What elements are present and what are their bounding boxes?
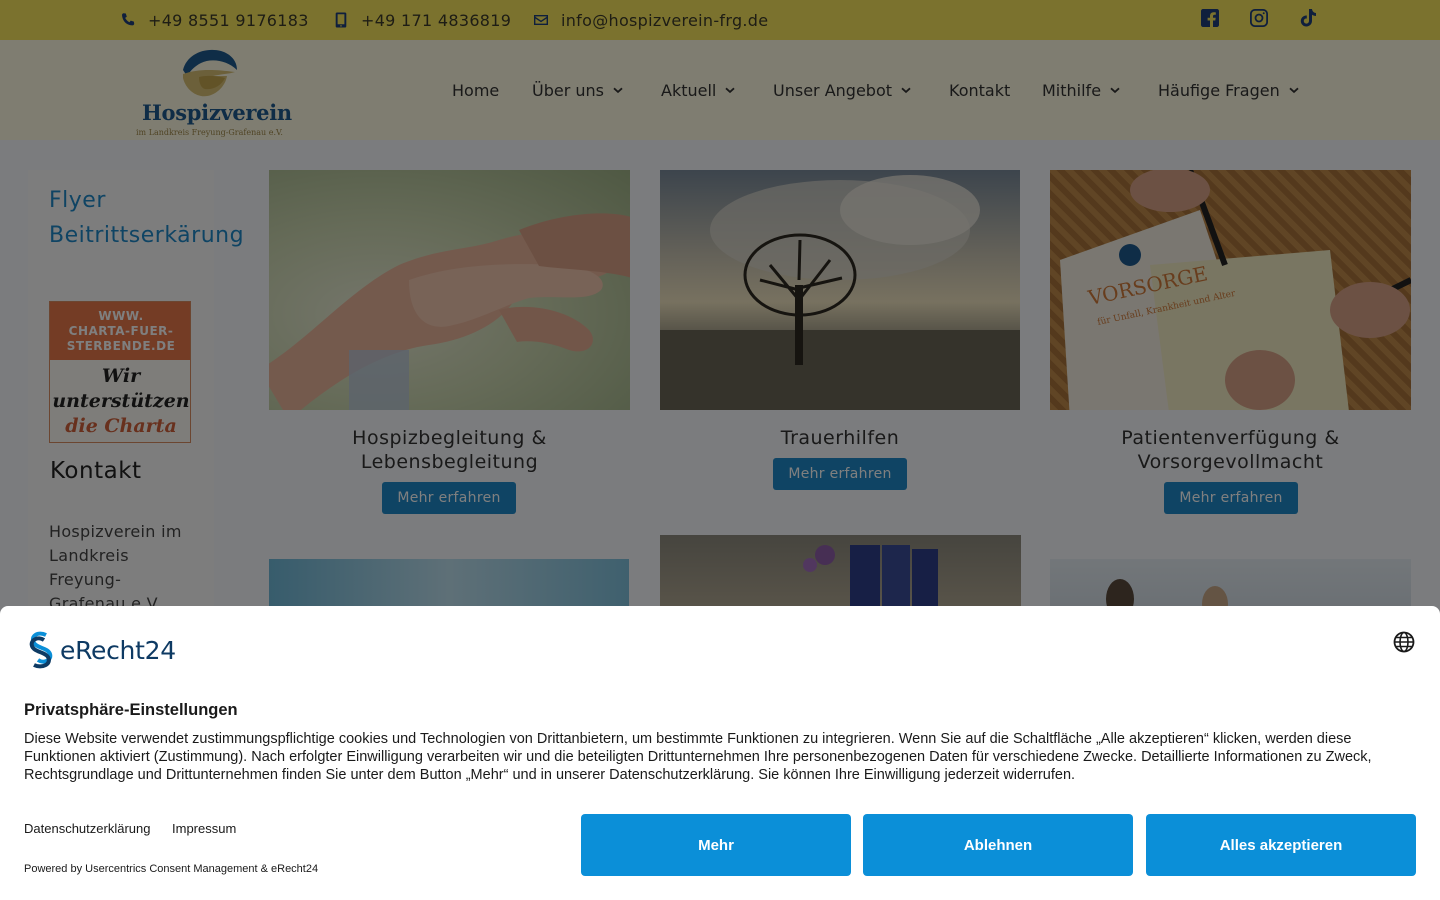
language-globe-icon[interactable] <box>1393 631 1415 653</box>
consent-description: Diese Website verwendet zustimmungspflic… <box>24 731 1372 783</box>
powered-by-text: Powered by Usercentrics Consent Manageme… <box>24 863 319 875</box>
consent-title: Privatsphäre-Einstellungen <box>24 701 238 719</box>
imprint-link[interactable]: Impressum <box>172 821 236 836</box>
more-button[interactable]: Mehr <box>581 814 851 876</box>
brand-name: eRecht24 <box>60 635 176 665</box>
accept-all-button[interactable]: Alles akzeptieren <box>1146 814 1416 876</box>
privacy-policy-link[interactable]: Datenschutzerklärung <box>24 821 150 836</box>
erecht24-logo: eRecht24 <box>24 630 176 670</box>
erecht24-section-sign-icon <box>29 631 53 669</box>
cookie-consent-banner: eRecht24 Privatsphäre-Einstellungen Dies… <box>0 606 1440 900</box>
deny-button[interactable]: Ablehnen <box>863 814 1133 876</box>
